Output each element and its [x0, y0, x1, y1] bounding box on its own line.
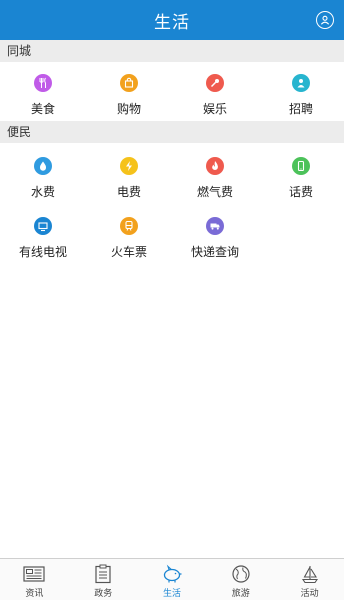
tab-life[interactable]: 生活	[138, 559, 207, 600]
grid-item-train-ticket[interactable]: 火车票	[86, 215, 172, 271]
grid-item-electricity-bill[interactable]: 电费	[86, 155, 172, 211]
grid-item-water-bill[interactable]: 水费	[0, 155, 86, 211]
phone-icon	[292, 157, 310, 175]
grid-item-label: 燃气费	[196, 185, 233, 199]
grid-item-label: 火车票	[110, 245, 147, 259]
tab-label: 政务	[94, 589, 113, 599]
grid-item-entertainment[interactable]: 娱乐	[172, 72, 258, 128]
app-header: 生活	[0, 0, 344, 40]
user-icon[interactable]	[316, 11, 334, 29]
water-drop-icon	[34, 157, 52, 175]
grid-item-label: 购物	[116, 102, 141, 116]
train-icon	[120, 217, 138, 235]
tab-label: 资讯	[25, 589, 44, 599]
tv-icon	[34, 217, 52, 235]
grid-item-label: 美食	[30, 102, 55, 116]
grid-item-label: 水费	[30, 185, 55, 199]
tab-label: 生活	[162, 589, 181, 599]
section-label-convenience: 便民	[0, 121, 344, 143]
tab-label: 旅游	[231, 589, 250, 599]
grid-item-label: 有线电视	[18, 245, 67, 259]
globe-icon	[228, 563, 254, 585]
grid-item-shopping[interactable]: 购物	[86, 72, 172, 128]
grid-item-phone-bill[interactable]: 话费	[258, 155, 344, 211]
grid-item-food[interactable]: 美食	[0, 72, 86, 128]
piggy-bank-icon	[159, 563, 185, 585]
grid-item-express-tracking[interactable]: 快递查询	[172, 215, 258, 271]
tab-label: 活动	[300, 589, 319, 599]
flame-icon	[206, 157, 224, 175]
lightning-icon	[120, 157, 138, 175]
grid-item-label: 电费	[116, 185, 141, 199]
delivery-truck-icon	[206, 217, 224, 235]
newspaper-icon	[21, 563, 47, 585]
fork-knife-icon	[34, 74, 52, 92]
bottom-tab-bar: 资讯 政务 生活 旅游 活动	[0, 558, 344, 600]
tab-government[interactable]: 政务	[69, 559, 138, 600]
clipboard-icon	[90, 563, 116, 585]
grid-item-gas-bill[interactable]: 燃气费	[172, 155, 258, 211]
page-title: 生活	[154, 12, 190, 33]
tab-events[interactable]: 活动	[275, 559, 344, 600]
grid-item-label: 招聘	[288, 102, 313, 116]
tab-travel[interactable]: 旅游	[206, 559, 275, 600]
person-icon	[292, 74, 310, 92]
shopping-bag-icon	[120, 74, 138, 92]
sailboat-icon	[297, 563, 323, 585]
section-label-local: 同城	[0, 40, 344, 62]
grid-item-cable-tv[interactable]: 有线电视	[0, 215, 86, 271]
grid-item-jobs[interactable]: 招聘	[258, 72, 344, 128]
tab-news[interactable]: 资讯	[0, 559, 69, 600]
microphone-icon	[206, 74, 224, 92]
grid-item-label: 话费	[288, 185, 313, 199]
grid-item-label: 快递查询	[190, 245, 239, 259]
grid-item-label: 娱乐	[202, 102, 227, 116]
